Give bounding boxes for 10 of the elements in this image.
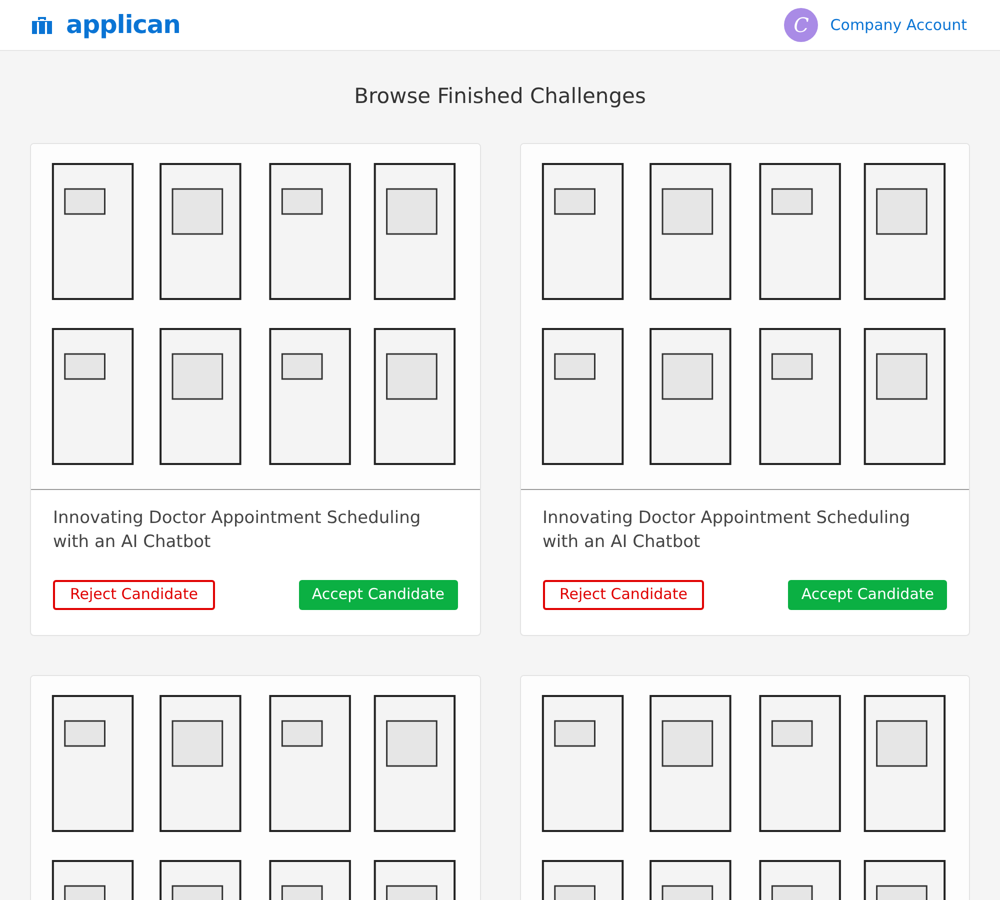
- account-link[interactable]: Company Account: [830, 14, 967, 36]
- challenge-title: Innovating Doctor Appointment Scheduling with an AI Chatbot: [53, 506, 422, 554]
- challenge-title: Innovating Doctor Appointment Scheduling with an AI Chatbot: [542, 506, 912, 554]
- accept-button[interactable]: Accept Candidate: [298, 580, 458, 610]
- reject-button[interactable]: Reject Candidate: [53, 580, 215, 610]
- reject-button[interactable]: Reject Candidate: [542, 580, 704, 610]
- page-title: Browse Finished Challenges: [353, 83, 647, 110]
- logo-text[interactable]: applican: [66, 6, 180, 44]
- avatar[interactable]: C: [784, 8, 818, 42]
- accept-button[interactable]: Accept Candidate: [788, 580, 947, 610]
